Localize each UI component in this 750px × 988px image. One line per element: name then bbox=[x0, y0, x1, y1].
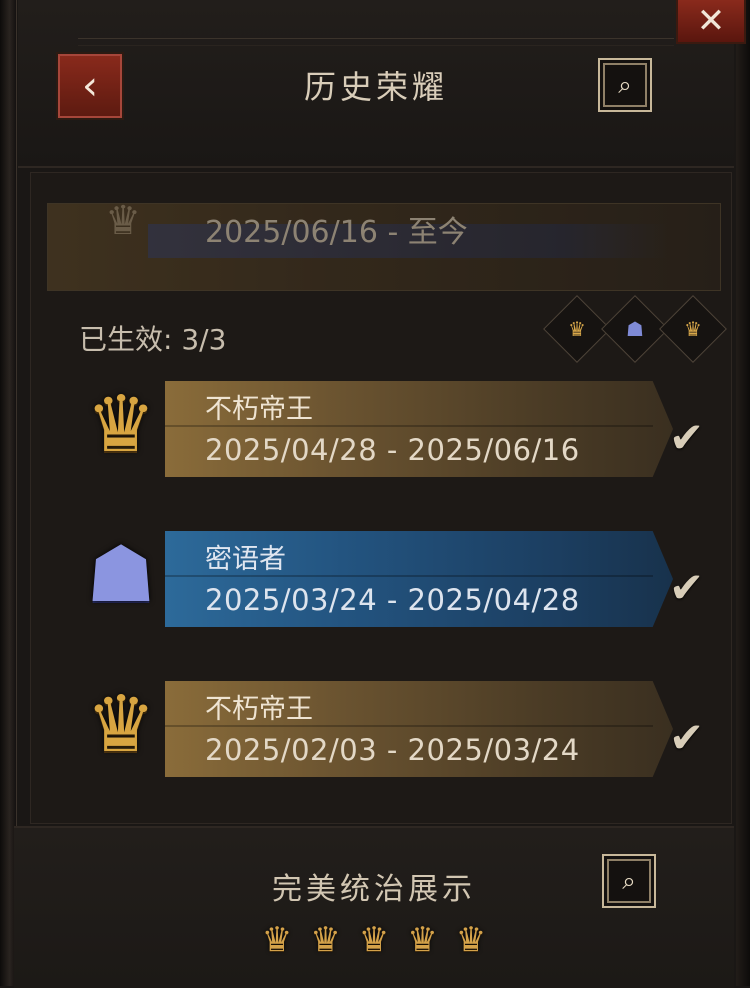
close-icon: ✕ bbox=[696, 1, 726, 41]
magnifier-icon: ⌕ bbox=[618, 71, 632, 99]
active-emblems: ♛ ☗ ♛ bbox=[543, 295, 727, 363]
honor-record[interactable]: ☗ 密语者 2025/03/24 - 2025/04/28 ✔ bbox=[69, 509, 709, 629]
history-panel: ♛ 2025/06/16 - 至今 已生效: 3/3 ♛ ☗ ♛ ♛ 不朽帝王 … bbox=[30, 172, 732, 824]
gold-crown-icon: ♛ bbox=[358, 920, 390, 960]
immortal-emperor-emblem-icon: ♛ bbox=[86, 380, 156, 470]
record-date-range: 2025/04/28 - 2025/06/16 bbox=[205, 433, 580, 467]
magnifier-icon: ⌕ bbox=[622, 867, 636, 895]
gold-crown-icon: ♛ bbox=[310, 920, 341, 960]
crown-emblem-icon: ♛ bbox=[105, 198, 141, 244]
right-frame bbox=[736, 0, 750, 986]
checkmark-icon: ✔ bbox=[669, 713, 705, 762]
checkmark-icon: ✔ bbox=[669, 413, 705, 462]
inspect-button[interactable]: ⌕ bbox=[598, 58, 652, 112]
perfect-rule-icons: ♛ ♛ ♛ ♛ ♛ bbox=[14, 920, 734, 960]
record-name: 密语者 bbox=[205, 544, 286, 575]
inspect-button[interactable]: ⌕ bbox=[602, 854, 656, 908]
gold-crown-icon: ♛ bbox=[407, 920, 438, 960]
gold-crown-icon: ♛ bbox=[261, 920, 293, 960]
record-date-range: 2025/02/03 - 2025/03/24 bbox=[205, 733, 580, 767]
honor-record[interactable]: ♛ 不朽帝王 2025/04/28 - 2025/06/16 ✔ bbox=[69, 359, 709, 479]
active-count-label: 已生效: 3/3 bbox=[79, 323, 227, 356]
record-name: 不朽帝王 bbox=[205, 694, 313, 725]
whisperer-emblem-icon: ☗ bbox=[86, 530, 156, 620]
checkmark-icon: ✔ bbox=[669, 563, 705, 612]
perfect-rule-section: 完美统治展示 ⌕ ♛ ♛ ♛ ♛ ♛ bbox=[14, 826, 734, 988]
record-name: 不朽帝王 bbox=[205, 394, 313, 425]
current-date-range: 2025/06/16 - 至今 bbox=[205, 215, 468, 250]
close-button[interactable]: ✕ bbox=[676, 0, 746, 44]
record-date-range: 2025/03/24 - 2025/04/28 bbox=[205, 583, 580, 617]
honor-record[interactable]: ♛ 不朽帝王 2025/02/03 - 2025/03/24 ✔ bbox=[69, 659, 709, 779]
immortal-emperor-emblem-icon: ♛ bbox=[86, 680, 156, 770]
gold-crown-icon: ♛ bbox=[455, 920, 487, 960]
header-ornament bbox=[78, 38, 674, 46]
gold-crown-icon[interactable]: ♛ bbox=[659, 295, 727, 363]
header: ‹ 历史荣耀 ⌕ bbox=[18, 0, 734, 168]
